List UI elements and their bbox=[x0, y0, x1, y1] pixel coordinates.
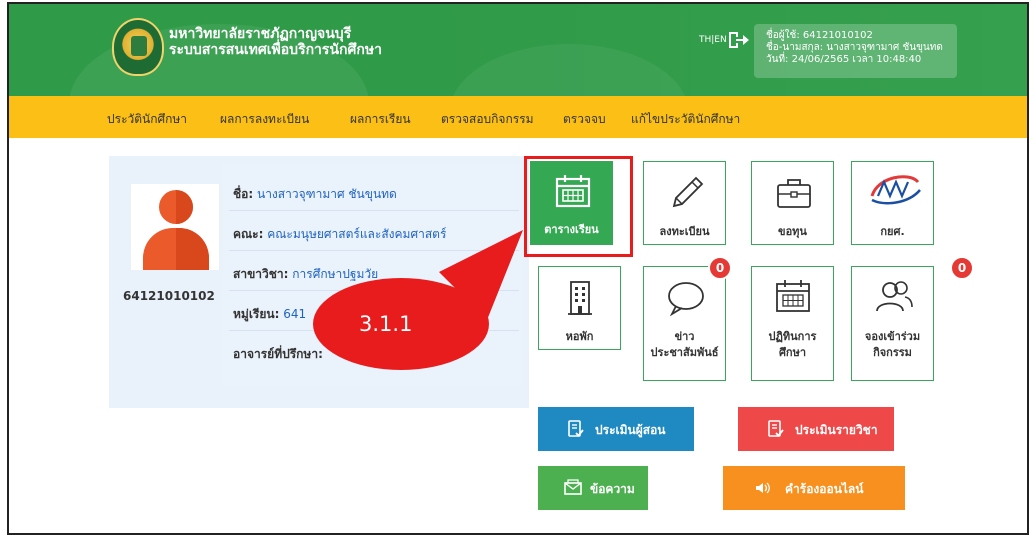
evaluate-teacher-label: ประเมินผู้สอน bbox=[595, 423, 666, 437]
nav-grades[interactable]: ผลการเรียน bbox=[350, 110, 411, 129]
news-label-2: ประชาสัมพันธ์ bbox=[650, 346, 719, 359]
info-name: ชื่อ: นางสาวจุฑามาศ ชันขุนทด bbox=[233, 185, 397, 204]
scholarship-tile[interactable]: ขอทุน bbox=[751, 161, 834, 245]
group-value: 641 bbox=[283, 307, 307, 321]
site-header: มหาวิทยาลัยราชภัฏกาญจนบุรี ระบบสารสนเทศเ… bbox=[9, 4, 1027, 96]
calendar-label-1: ปฏิทินการ bbox=[768, 330, 817, 343]
pencil-icon bbox=[672, 176, 704, 208]
university-name: มหาวิทยาลัยราชภัฏกาญจนบุรี bbox=[169, 26, 352, 42]
user-info-box: ชื่อผู้ใช้: 64121010102 ชื่อ-นามสกุล: นา… bbox=[754, 24, 957, 78]
form-check-icon bbox=[768, 420, 784, 437]
system-name: ระบบสารสนเทศเพื่อบริการนักศึกษา bbox=[169, 42, 382, 58]
users-icon bbox=[876, 281, 913, 312]
speaker-icon bbox=[756, 482, 770, 494]
dorm-label: หอพัก bbox=[565, 330, 594, 343]
register-label: ลงทะเบียน bbox=[659, 225, 710, 238]
main-nav: ประวัตินักศึกษา ผลการลงทะเบียน ผลการเรีย… bbox=[9, 96, 1027, 138]
activity-label-2: กิจกรรม bbox=[873, 346, 912, 359]
student-loan-fund-logo-icon bbox=[870, 175, 921, 205]
building-icon bbox=[568, 281, 592, 315]
faculty-label: คณะ: bbox=[233, 227, 264, 241]
online-request-button[interactable]: คำร้องออนไลน์ bbox=[723, 466, 905, 510]
username: ชื่อผู้ใช้: 64121010102 bbox=[766, 30, 873, 41]
evaluate-course-label: ประเมินรายวิชา bbox=[795, 423, 878, 437]
calendar-icon bbox=[776, 280, 810, 312]
scholarship-label: ขอทุน bbox=[778, 225, 807, 238]
news-notification-badge: 0 bbox=[708, 256, 732, 280]
info-group: หมู่เรียน: 641 bbox=[233, 305, 306, 324]
messages-button[interactable]: ข้อความ bbox=[538, 466, 648, 510]
envelope-icon bbox=[564, 479, 582, 495]
evaluate-course-button[interactable]: ประเมินรายวิชา bbox=[738, 407, 894, 451]
activity-booking-tile[interactable]: จองเข้าร่วม กิจกรรม bbox=[851, 266, 934, 381]
avatar-body bbox=[143, 228, 209, 270]
register-tile[interactable]: ลงทะเบียน bbox=[643, 161, 726, 245]
fullname: ชื่อ-นามสกุล: นางสาวจุฑามาศ ชันขุนทด bbox=[766, 42, 943, 53]
nav-activity-check[interactable]: ตรวจสอบกิจกรรม bbox=[441, 110, 534, 129]
student-id: 64121010102 bbox=[123, 289, 215, 303]
nav-edit-profile[interactable]: แก้ไขประวัตินักศึกษา bbox=[631, 110, 740, 129]
messages-label: ข้อความ bbox=[590, 482, 635, 496]
logout-icon[interactable] bbox=[727, 30, 749, 50]
name-label: ชื่อ: bbox=[233, 187, 254, 201]
form-check-icon bbox=[568, 420, 584, 437]
name-value: นางสาวจุฑามาศ ชันขุนทด bbox=[256, 187, 397, 201]
university-logo bbox=[112, 18, 164, 76]
major-label: สาขาวิชา: bbox=[233, 267, 289, 281]
evaluate-teacher-button[interactable]: ประเมินผู้สอน bbox=[538, 407, 694, 451]
browser-frame: มหาวิทยาลัยราชภัฏกาญจนบุรี ระบบสารสนเทศเ… bbox=[7, 2, 1029, 535]
callout-annotation bbox=[313, 230, 523, 370]
nav-graduation-check[interactable]: ตรวจจบ bbox=[563, 110, 606, 129]
avatar-head bbox=[159, 190, 193, 224]
student-loan-tile[interactable]: กยศ. bbox=[851, 161, 934, 245]
university-title: มหาวิทยาลัยราชภัฏกาญจนบุรี ระบบสารสนเทศเ… bbox=[169, 26, 382, 58]
divider bbox=[229, 210, 519, 211]
nav-registration-result[interactable]: ผลการลงทะเบียน bbox=[220, 110, 309, 129]
group-label: หมู่เรียน: bbox=[233, 307, 280, 321]
dorm-tile[interactable]: หอพัก bbox=[538, 266, 621, 350]
student-loan-label: กยศ. bbox=[880, 225, 905, 238]
nav-student-profile[interactable]: ประวัตินักศึกษา bbox=[107, 110, 187, 129]
avatar bbox=[131, 184, 219, 270]
online-request-label: คำร้องออนไลน์ bbox=[785, 482, 864, 496]
language-switch[interactable]: TH|EN bbox=[699, 35, 727, 45]
news-label-1: ข่าว bbox=[674, 330, 695, 343]
calendar-label-2: ศึกษา bbox=[778, 346, 807, 359]
activity-notification-badge: 0 bbox=[950, 256, 974, 280]
callout-label: 3.1.1 bbox=[359, 312, 413, 336]
header-decoration bbox=[449, 44, 689, 96]
activity-label-1: จองเข้าร่วม bbox=[864, 330, 921, 343]
briefcase-icon bbox=[777, 179, 811, 208]
news-tile[interactable]: ข่าว ประชาสัมพันธ์ bbox=[643, 266, 726, 381]
speech-bubble-icon bbox=[668, 282, 704, 317]
academic-calendar-tile[interactable]: ปฏิทินการ ศึกษา bbox=[751, 266, 834, 381]
datetime: วันที่: 24/06/2565 เวลา 10:48:40 bbox=[766, 54, 922, 65]
